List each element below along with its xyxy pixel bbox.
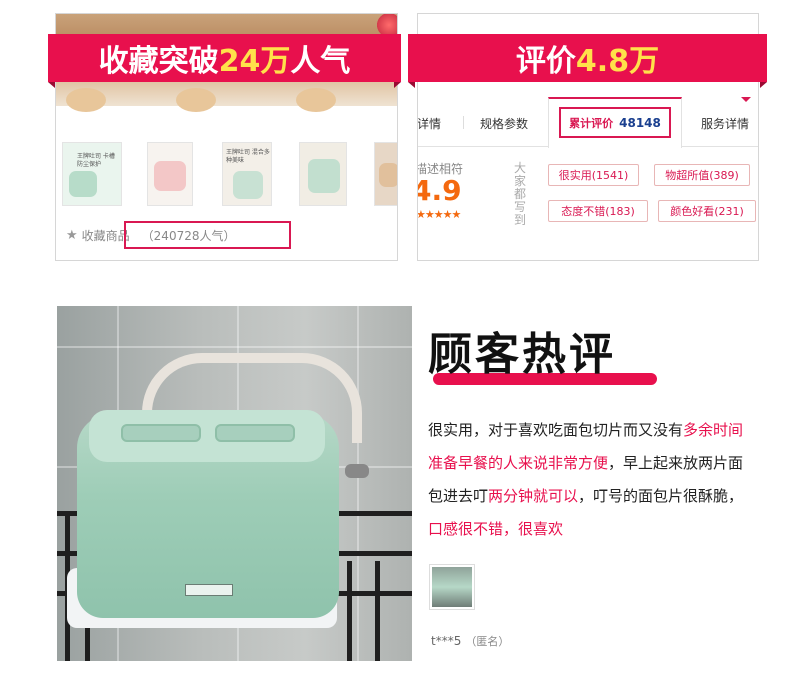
rack-bar — [375, 561, 380, 661]
thumbnail-strip: 王牌吐司 卡槽 防尘保护 王牌吐司 混合多种美味 — [56, 142, 397, 208]
thumbnail-2[interactable] — [147, 142, 193, 206]
thumbnail-1[interactable]: 王牌吐司 卡槽 防尘保护 — [62, 142, 122, 206]
reviewer: t***5 （匿名） — [431, 633, 509, 649]
banner-fold — [760, 82, 767, 88]
banner-highlight: 24万 — [218, 44, 291, 79]
banner-fold — [48, 82, 55, 88]
food-plate — [296, 88, 336, 112]
rack-bar — [347, 561, 352, 661]
star-icon: ★ — [66, 227, 78, 243]
thumbnail-4[interactable] — [299, 142, 347, 206]
toaster-slot — [215, 424, 295, 442]
thumbnail-3[interactable]: 王牌吐司 混合多种美味 — [222, 142, 272, 206]
thumbnail-promo-text: 王牌吐司 卡槽 防尘保护 — [77, 153, 115, 168]
tab-service[interactable]: 服务详情 — [701, 115, 749, 132]
toaster-thumbnail — [233, 171, 263, 199]
thumbnail-5[interactable] — [374, 142, 397, 206]
toaster-lever — [345, 464, 369, 478]
tab-reviews[interactable]: 累计评价 48148 — [559, 107, 671, 138]
review-section-title: 顾客热评 — [428, 329, 616, 380]
review-image-thumbnail[interactable] — [429, 564, 475, 610]
tab-specs[interactable]: 规格参数 — [480, 115, 528, 132]
review-highlight-text: 两分钟就可以 — [488, 487, 579, 505]
tab-bar: 详情 规格参数 累计评价 48148 服务详情 — [418, 97, 758, 148]
toaster-logo — [185, 584, 233, 596]
toaster-thumbnail — [308, 159, 340, 193]
review-highlight-text: 口感很不错，很喜欢 — [428, 520, 564, 538]
highlight-box — [124, 221, 291, 249]
banner-text: 人气 — [290, 44, 351, 79]
favorites-label: 收藏商品 — [81, 228, 130, 243]
rating-score: 4.9 — [418, 174, 462, 207]
tile-grout — [57, 346, 412, 348]
everyone-wrote-label: 大家都写到 — [513, 161, 526, 227]
tab-details[interactable]: 详情 — [418, 115, 441, 132]
review-tag[interactable]: 很实用(1541) — [548, 164, 639, 186]
toaster-thumbnail — [379, 163, 397, 187]
review-tag[interactable]: 物超所值(389) — [654, 164, 750, 186]
review-image — [432, 567, 472, 607]
thumbnail-promo-text: 王牌吐司 混合多种美味 — [226, 149, 270, 164]
banner-fold — [394, 82, 401, 88]
favorites-banner: 收藏突破 24万 人气 — [48, 34, 401, 82]
reviews-banner: 评价 4.8万 — [408, 34, 767, 82]
review-body-text: 很实用，对于喜欢吃面包切片而又没有 — [428, 421, 684, 439]
toaster-thumbnail — [69, 171, 97, 197]
review-tag[interactable]: 态度不错(183) — [548, 200, 648, 222]
tab-reviews-count: 48148 — [619, 115, 661, 130]
caret-down-icon — [741, 97, 751, 102]
toaster-slot — [121, 424, 201, 442]
review-tag[interactable]: 颜色好看(231) — [658, 200, 756, 222]
food-plate — [66, 88, 106, 112]
banner-fold — [408, 82, 415, 88]
toaster-thumbnail — [154, 161, 186, 191]
food-plate — [176, 88, 216, 112]
product-photo — [57, 306, 412, 661]
rating-stars: ★★★★★ — [417, 208, 461, 221]
reviewer-name: t***5 — [431, 634, 462, 648]
tab-divider — [463, 116, 464, 129]
review-body-text: ，叮号的面包片很酥脆， — [578, 487, 744, 505]
banner-highlight: 4.8万 — [575, 44, 660, 79]
banner-text: 收藏突破 — [98, 44, 219, 79]
tab-reviews-label: 累计评价 — [569, 116, 614, 130]
reviewer-anonymous: （匿名） — [465, 635, 510, 648]
banner-text: 评价 — [515, 44, 576, 79]
review-text: 很实用，对于喜欢吃面包切片而又没有多余时间准备早餐的人来说非常方便，早上起来放两… — [428, 414, 758, 546]
